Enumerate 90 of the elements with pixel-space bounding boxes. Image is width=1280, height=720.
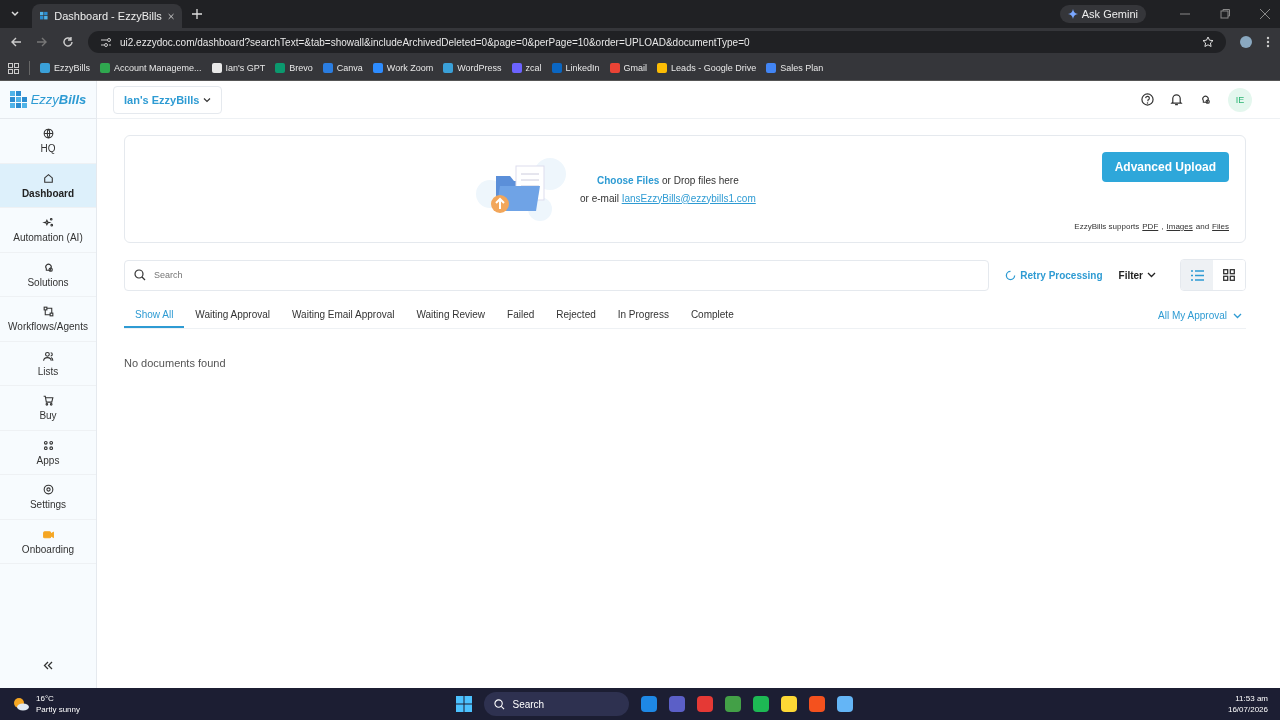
status-tab[interactable]: Rejected	[545, 303, 607, 328]
forward-icon[interactable]	[36, 36, 48, 48]
grid-icon	[1223, 269, 1235, 281]
file-type-link[interactable]: Images	[1166, 222, 1193, 231]
clock-date: 16/07/2026	[1227, 705, 1268, 714]
bookmark-link[interactable]: Account Manageme...	[114, 63, 202, 73]
close-icon[interactable]	[1260, 9, 1270, 19]
help-icon[interactable]	[1141, 93, 1154, 106]
browser-tab[interactable]: Dashboard - EzzyBills	[32, 4, 182, 28]
bookmark-link[interactable]: Brevo	[289, 63, 313, 73]
workflow-icon	[41, 305, 55, 319]
list-icon	[1190, 269, 1204, 281]
bookmark-link[interactable]: WordPress	[457, 63, 502, 73]
status-tab[interactable]: In Progress	[606, 303, 680, 328]
sidebar-item[interactable]: Automation (AI)	[0, 208, 96, 253]
supports-text: EzzyBills supports	[1074, 222, 1140, 231]
filter-dropdown[interactable]: Filter	[1118, 269, 1156, 281]
status-tab[interactable]: Waiting Email Approval	[281, 303, 406, 328]
collapse-icon[interactable]	[43, 661, 53, 670]
status-tab[interactable]: Waiting Approval	[184, 303, 282, 328]
sparkle-icon	[1067, 9, 1078, 19]
bookmark-link[interactable]: Canva	[336, 63, 363, 73]
cart-icon	[41, 394, 55, 408]
start-icon[interactable]	[455, 696, 472, 712]
sidebar-item[interactable]: Settings	[0, 475, 96, 520]
sparkle-icon	[41, 216, 55, 230]
gear-icon	[41, 483, 55, 497]
sidebar-item[interactable]: HQ	[0, 119, 96, 164]
sidebar-item[interactable]: Workflows/Agents	[0, 297, 96, 342]
bookmark-link[interactable]: Sales Plan	[780, 63, 824, 73]
caret-icon	[1233, 312, 1242, 319]
restore-icon[interactable]	[1220, 9, 1230, 19]
ask-gemini-button[interactable]: Ask Gemini	[1059, 5, 1146, 23]
app-icon[interactable]	[836, 696, 853, 712]
apps-icon	[41, 438, 55, 452]
apps-grid-icon[interactable]	[8, 62, 19, 74]
refresh-icon	[1005, 269, 1017, 281]
bookmark-link[interactable]: Work Zoom	[386, 63, 434, 73]
back-icon[interactable]	[10, 36, 22, 48]
bookmark-link[interactable]: LinkedIn	[565, 63, 600, 73]
app-icon[interactable]	[752, 696, 769, 712]
sidebar-item[interactable]: Buy	[0, 386, 96, 431]
search-icon	[134, 269, 146, 281]
sidebar-item[interactable]: Onboarding	[0, 519, 96, 564]
bookmark-link[interactable]: Leads - Google Drive	[671, 63, 757, 73]
caret-icon	[1147, 272, 1156, 278]
new-tab-icon[interactable]	[192, 9, 202, 19]
close-icon[interactable]	[167, 11, 174, 21]
sidebar-item[interactable]: Apps	[0, 430, 96, 475]
bulb-icon[interactable]	[1199, 93, 1212, 106]
search-field[interactable]: Search	[124, 259, 990, 291]
favicon-icon	[40, 10, 49, 22]
file-type-link[interactable]: Files	[1212, 222, 1229, 231]
weather-text: Partly sunny	[36, 705, 81, 714]
status-tab[interactable]: Complete	[679, 303, 745, 328]
brand-name: EzzyBills	[30, 92, 87, 107]
reload-icon[interactable]	[62, 36, 74, 48]
logo-icon	[9, 90, 28, 109]
bell-icon[interactable]	[1170, 93, 1183, 106]
drop-text: or Drop files here	[662, 174, 739, 186]
app-icon[interactable]	[724, 696, 741, 712]
supports-text: and	[1195, 222, 1210, 231]
empty-message: No documents found	[124, 357, 227, 369]
clock-time: 11:53 am	[1235, 694, 1268, 703]
supports-text: ,	[1161, 222, 1164, 231]
globe-icon	[41, 127, 55, 141]
bookmark-link[interactable]: Gmail	[623, 63, 648, 73]
file-type-link[interactable]: PDF	[1142, 222, 1159, 231]
bookmark-link[interactable]: Ian's GPT	[225, 63, 266, 73]
address-bar[interactable]: ui2.ezzydoc.com/dashboard?searchText=&tab=showall&includeArchivedDeleted=0&page=0&perPage=10&order=UPLOAD&documentType=0	[88, 31, 1226, 53]
users-icon	[41, 349, 55, 363]
star-icon[interactable]	[1202, 36, 1214, 48]
search-icon	[493, 698, 505, 710]
sidebar-item[interactable]: Dashboard	[0, 163, 96, 208]
bookmark-link[interactable]: zcal	[525, 63, 542, 73]
more-icon[interactable]	[1266, 36, 1270, 48]
status-tab[interactable]: Failed	[496, 303, 546, 328]
sidebar-item[interactable]: Lists	[0, 341, 96, 386]
taskbar-search[interactable]: Search	[483, 692, 629, 716]
temperature: 16°C	[36, 694, 55, 703]
profile-avatar[interactable]	[1240, 36, 1252, 48]
home-icon	[41, 171, 55, 185]
sidebar-item[interactable]: Solutions	[0, 252, 96, 297]
bookmark-link[interactable]: EzzyBills	[54, 63, 90, 73]
status-tab[interactable]: Waiting Review	[405, 303, 497, 328]
caret-icon	[203, 96, 212, 103]
app-icon[interactable]	[780, 696, 797, 712]
weather-icon	[12, 696, 30, 712]
site-settings-icon[interactable]	[100, 36, 112, 48]
email-label: or e-mail	[580, 192, 619, 204]
